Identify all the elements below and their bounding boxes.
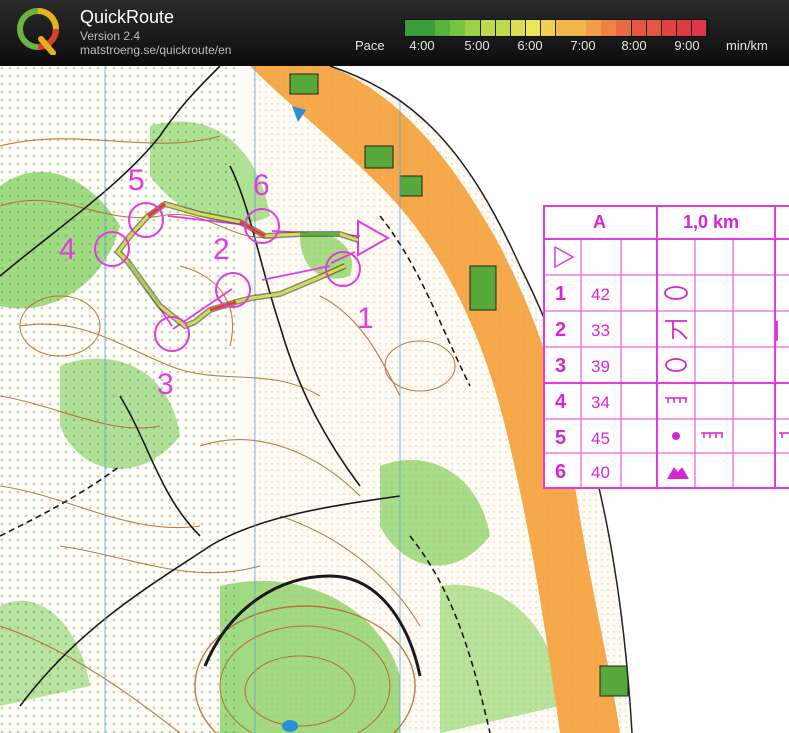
- app-version: Version 2.4: [80, 29, 141, 43]
- pace-label: Pace: [355, 38, 385, 53]
- pace-scale-segment: [571, 20, 586, 36]
- description-start-triangle-icon: [554, 245, 575, 269]
- pace-scale-segment: [616, 20, 631, 36]
- pace-tick-label: 5:00: [464, 38, 490, 53]
- app-url[interactable]: matstroeng.se/quickroute/en: [80, 43, 231, 57]
- control-row-code: 40: [591, 463, 610, 482]
- pace-scale-segment: [450, 20, 465, 36]
- pace-scale-segment: [631, 20, 646, 36]
- control-number-5: 5: [128, 164, 145, 197]
- pace-unit: min/km: [726, 38, 768, 53]
- control-row-number: 2: [555, 319, 567, 341]
- control-row-number: 6: [555, 461, 567, 483]
- earth-bank-icon: [665, 397, 687, 403]
- control-row-code: 34: [591, 393, 610, 412]
- control-row-number: 1: [555, 283, 567, 305]
- control-row-code: 33: [591, 321, 610, 340]
- control-row-code: 45: [591, 429, 610, 448]
- control-description-sheet: A 1,0 km 1 42 2 33 3 39 4 34 5 45 6 40: [543, 205, 789, 489]
- control-row-number: 4: [555, 391, 567, 413]
- pace-tick-label: 6:00: [517, 38, 543, 53]
- pace-scale-segment: [586, 20, 601, 36]
- pace-scale-segment: [495, 20, 511, 36]
- pace-scale-segment: [510, 20, 526, 36]
- description-grid: [543, 205, 789, 489]
- quickroute-logo-icon: [17, 8, 59, 55]
- pace-scale-segment: [691, 20, 707, 36]
- orienteering-map[interactable]: 1 2 3 4 5 6 A 1,0 km 1 42 2 33 3 39 4 34…: [0, 66, 789, 733]
- control-number-2: 2: [213, 233, 230, 266]
- dot-knoll-icon: [672, 432, 680, 440]
- knoll-ring-icon: [665, 358, 687, 372]
- pace-scale-segment: [465, 20, 480, 36]
- pace-tick-label: 7:00: [570, 38, 596, 53]
- pace-tick-label: 4:00: [409, 38, 435, 53]
- pace-scale-segment: [480, 20, 495, 36]
- control-number-4: 4: [59, 233, 76, 266]
- pace-scale-segment: [435, 20, 450, 36]
- earth-bank-icon: [701, 432, 723, 438]
- control-number-1: 1: [357, 302, 374, 335]
- knoll-ring-icon: [664, 286, 688, 300]
- control-number-6: 6: [253, 169, 270, 202]
- pace-scale-segment: [676, 20, 692, 36]
- pace-scale-segment: [661, 20, 677, 36]
- pace-scale-segment: [601, 20, 616, 36]
- re-entrant-icon: [665, 320, 688, 340]
- pace-scale-segment: [540, 20, 556, 36]
- control-number-3: 3: [157, 368, 174, 401]
- pace-scale-segment: [556, 20, 571, 36]
- control-row-code: 42: [591, 285, 610, 304]
- pace-scale-segment: [420, 20, 435, 36]
- control-row-number: 5: [555, 427, 567, 449]
- pace-tick-label: 8:00: [621, 38, 647, 53]
- pace-scale-segment: [405, 20, 420, 36]
- app-header: QuickRoute Version 2.4 matstroeng.se/qui…: [0, 0, 789, 66]
- control-row-number: 3: [555, 355, 567, 377]
- pace-scale-segment: [646, 20, 662, 36]
- rocky-hill-icon: [667, 467, 689, 479]
- course-length: 1,0 km: [683, 212, 740, 232]
- pace-tick-label: 9:00: [674, 38, 700, 53]
- pace-scale-segment: [525, 20, 541, 36]
- course-name: A: [593, 212, 606, 232]
- pace-color-scale: [404, 19, 708, 37]
- control-row-code: 39: [591, 357, 610, 376]
- app-title: QuickRoute: [80, 7, 175, 27]
